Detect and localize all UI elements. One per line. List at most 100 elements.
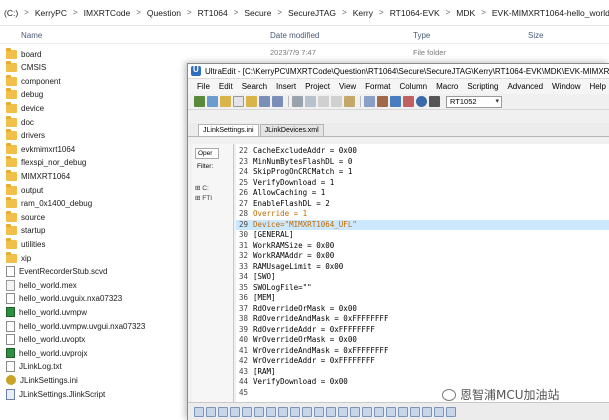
- breadcrumb-item[interactable]: EVK-MIMXRT1064-hello_world_mdk: [492, 8, 609, 18]
- menu-item[interactable]: Insert: [276, 82, 296, 91]
- code-editor[interactable]: 22 CacheExcludeAddr = 0x00 23 MinNumBytesFl…: [236, 144, 609, 406]
- breadcrumb-item[interactable]: IMXRTCode: [84, 8, 131, 18]
- code-line[interactable]: 28 Override = 1: [236, 209, 609, 219]
- format-tool-icon[interactable]: [254, 407, 264, 417]
- file-list-item[interactable]: hello_world.uvmpw.uvgui.nxa07323: [6, 320, 145, 332]
- globe-icon[interactable]: [416, 96, 427, 107]
- file-list-item[interactable]: evkmimxrt1064: [6, 142, 75, 155]
- format-tool-icon[interactable]: [410, 407, 420, 417]
- file-list-item[interactable]: debug: [6, 88, 43, 101]
- code-line[interactable]: 31 WorkRAMSize = 0x00: [236, 241, 609, 251]
- format-tool-icon[interactable]: [242, 407, 252, 417]
- breadcrumb-item[interactable]: Question: [147, 8, 181, 18]
- goto-icon[interactable]: [390, 96, 401, 107]
- undo-icon[interactable]: [207, 96, 218, 107]
- format-tool-icon[interactable]: [194, 407, 204, 417]
- breadcrumb-item[interactable]: (C:): [4, 8, 18, 18]
- file-list-item[interactable]: output: [6, 183, 43, 196]
- format-tool-icon[interactable]: [326, 407, 336, 417]
- column-size[interactable]: Size: [528, 31, 544, 40]
- file-list-item[interactable]: startup: [6, 224, 45, 237]
- file-list-item[interactable]: hello_world.uvprojx: [6, 347, 87, 359]
- tree-drive-fti[interactable]: FTI: [202, 195, 212, 202]
- format-tool-icon[interactable]: [422, 407, 432, 417]
- file-list-item[interactable]: flexspi_nor_debug: [6, 156, 86, 169]
- breadcrumb-item[interactable]: RT1064-EVK: [390, 8, 440, 18]
- menu-item[interactable]: Help: [590, 82, 606, 91]
- replace-icon[interactable]: [377, 96, 388, 107]
- ultraedit-window[interactable]: UltraEdit - [C:\KerryPC\IMXRTCode\Questi…: [187, 63, 609, 420]
- file-list-item[interactable]: device: [6, 101, 44, 114]
- code-line[interactable]: 23 MinNumBytesFlashDL = 0: [236, 157, 609, 167]
- format-tool-icon[interactable]: [338, 407, 348, 417]
- breadcrumb-item[interactable]: KerryPC: [35, 8, 67, 18]
- format-tool-icon[interactable]: [314, 407, 324, 417]
- menu-item[interactable]: Edit: [219, 82, 233, 91]
- code-line[interactable]: 33 RAMUsageLimit = 0x00: [236, 262, 609, 272]
- ultraedit-title-bar[interactable]: UltraEdit - [C:\KerryPC\IMXRTCode\Questi…: [188, 64, 609, 79]
- file-list-item[interactable]: JLinkSettings.JlinkScript: [6, 388, 105, 400]
- save-all-icon[interactable]: [272, 96, 283, 107]
- code-line[interactable]: 43 [RAM]: [236, 367, 609, 377]
- file-list-item[interactable]: EventRecorderStub.scvd: [6, 266, 108, 278]
- cut-icon[interactable]: [318, 96, 329, 107]
- file-list-item[interactable]: component: [6, 74, 61, 87]
- breadcrumb-item[interactable]: Secure: [244, 8, 271, 18]
- print-preview-icon[interactable]: [305, 96, 316, 107]
- open-files-button[interactable]: Oper: [195, 148, 219, 159]
- copy-icon[interactable]: [331, 96, 342, 107]
- code-line[interactable]: 34 [SWO]: [236, 272, 609, 282]
- new-document-icon[interactable]: [233, 96, 244, 107]
- menu-item[interactable]: File: [197, 82, 210, 91]
- format-tool-icon[interactable]: [350, 407, 360, 417]
- code-line[interactable]: 27 EnableFlashDL = 2: [236, 199, 609, 209]
- print-icon[interactable]: [292, 96, 303, 107]
- file-list-item[interactable]: utilities: [6, 237, 45, 250]
- format-tool-icon[interactable]: [218, 407, 228, 417]
- tab-jlinkdevices-xml[interactable]: JLinkDevices.xml: [259, 124, 324, 136]
- code-line[interactable]: 22 CacheExcludeAddr = 0x00: [236, 146, 609, 156]
- bookmark-icon[interactable]: [403, 96, 414, 107]
- breadcrumb-item[interactable]: RT1064: [198, 8, 228, 18]
- save-icon[interactable]: [259, 96, 270, 107]
- open-folder-icon[interactable]: [220, 96, 231, 107]
- file-list-item[interactable]: hello_world.uvmpw: [6, 306, 87, 318]
- breadcrumb-item[interactable]: MDK: [456, 8, 475, 18]
- format-tool-icon[interactable]: [374, 407, 384, 417]
- menu-item[interactable]: View: [339, 82, 356, 91]
- code-line[interactable]: 30 [GENERAL]: [236, 230, 609, 240]
- format-tool-icon[interactable]: [266, 407, 276, 417]
- format-tool-icon[interactable]: [290, 407, 300, 417]
- menu-item[interactable]: Advanced: [507, 82, 543, 91]
- code-line[interactable]: 42 WrOverrideAddr = 0xFFFFFFFF: [236, 356, 609, 366]
- format-tool-icon[interactable]: [362, 407, 372, 417]
- file-list-item[interactable]: JLinkLog.txt: [6, 361, 62, 373]
- file-list-item[interactable]: board: [6, 47, 41, 60]
- column-type[interactable]: Type: [413, 31, 430, 40]
- menu-item[interactable]: Scripting: [467, 82, 498, 91]
- format-tool-icon[interactable]: [446, 407, 456, 417]
- tool-icon[interactable]: [429, 96, 440, 107]
- tree-drive-c[interactable]: C:: [202, 185, 209, 192]
- new-file-icon[interactable]: [194, 96, 205, 107]
- address-bar[interactable]: (C:) > KerryPC > IMXRTCode > Question > RT1064 > S…: [0, 0, 609, 26]
- code-line[interactable]: 37 RdOverrideOrMask = 0x00: [236, 304, 609, 314]
- column-date-modified[interactable]: Date modified: [270, 31, 319, 40]
- file-list-item[interactable]: drivers: [6, 129, 45, 142]
- code-line[interactable]: 25 VerifyDownload = 1: [236, 178, 609, 188]
- breadcrumb-item[interactable]: SecureJTAG: [288, 8, 336, 18]
- paste-icon[interactable]: [344, 96, 355, 107]
- code-line[interactable]: 39 RdOverrideAddr = 0xFFFFFFFF: [236, 325, 609, 335]
- code-line[interactable]: 38 RdOverrideAndMask = 0xFFFFFFFF: [236, 314, 609, 324]
- code-line[interactable]: 29 Device="MIMXRT1064_UFL": [236, 219, 609, 230]
- file-list-item[interactable]: source: [6, 210, 45, 223]
- code-line[interactable]: 40 WrOverrideOrMask = 0x00: [236, 335, 609, 345]
- find-icon[interactable]: [364, 96, 375, 107]
- file-list-item[interactable]: CMSIS: [6, 61, 46, 74]
- menu-item[interactable]: Format: [365, 82, 390, 91]
- breadcrumb-item[interactable]: Kerry: [353, 8, 373, 18]
- format-tool-icon[interactable]: [386, 407, 396, 417]
- menu-item[interactable]: Column: [400, 82, 428, 91]
- file-list-item[interactable]: hello_world.uvguix.nxa07323: [6, 293, 122, 305]
- file-list-item[interactable]: ram_0x1400_debug: [6, 197, 92, 210]
